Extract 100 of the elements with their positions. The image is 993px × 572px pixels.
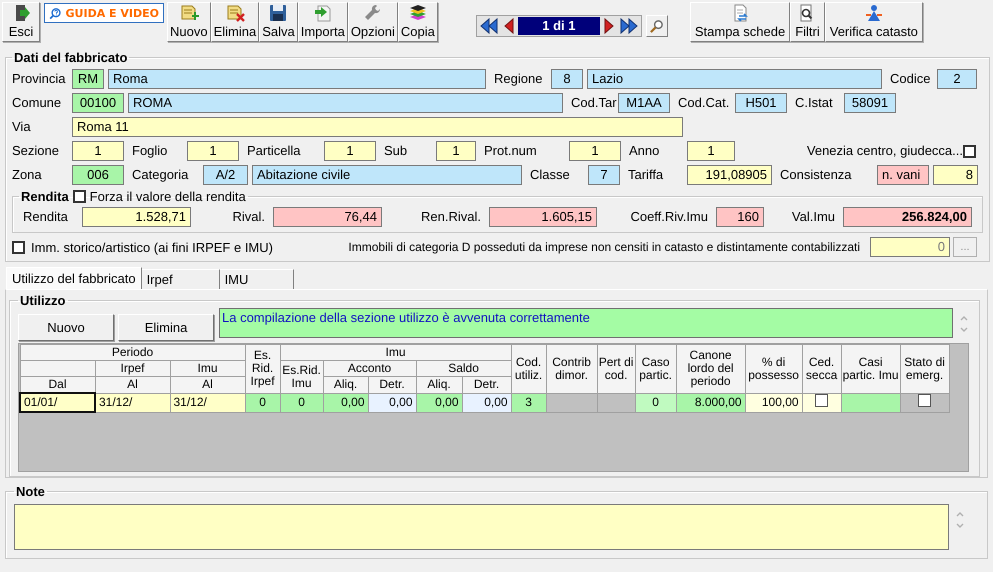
input-field[interactable]: H501 [735,93,787,113]
table-cell[interactable] [802,393,842,412]
column-header: Detr. [368,376,416,393]
field-label: Ren.Rival. [420,208,482,226]
input-field[interactable]: 1 [436,141,476,161]
note-field[interactable] [14,504,949,550]
toolbar-button[interactable]: Importa [298,2,348,42]
toolbar-button[interactable]: Elimina [210,2,260,42]
checkbox[interactable] [12,240,25,254]
input-field[interactable]: 1 [687,141,735,161]
input-field[interactable]: 8 [551,69,583,89]
column-header: Canone lordo del periodo [676,344,746,393]
toolbar-button[interactable]: Copia [398,2,438,42]
column-header: Contrib dimor. [546,344,598,393]
checkbox[interactable] [963,144,976,158]
field-label: Zona [12,166,43,184]
input-field[interactable]: 1 [72,141,124,161]
column-header: Stato di emerg. [900,344,950,393]
input-field[interactable]: Roma [108,69,486,89]
input-field[interactable]: 8 [933,165,978,185]
table-cell[interactable]: 100,00 [745,393,802,412]
toolbar-button[interactable]: Filtri [790,2,825,42]
toolbar-button[interactable]: Stampa schede [690,2,790,42]
table-cell[interactable]: 0,00 [416,393,462,412]
field-label: Rival. [231,208,266,226]
column-header: Caso partic. [635,344,676,393]
exit-button[interactable]: Esci [2,2,40,42]
column-header: Aliq. [323,376,368,393]
input-field[interactable]: A/2 [203,165,248,185]
table-cell[interactable] [900,393,950,412]
section-title: Note [15,484,46,499]
tab[interactable]: IMU [220,269,294,289]
input-field[interactable]: 1 [324,141,376,161]
input-field[interactable]: 7 [588,165,620,185]
input-field[interactable]: 1 [187,141,239,161]
table-cell[interactable] [841,393,900,412]
table-cell[interactable]: 8.000,00 [676,393,746,412]
field-label: Codice [889,70,932,88]
input-field[interactable]: Lazio [587,69,882,89]
input-field[interactable]: n. vani [877,165,929,185]
checkbox-label: Forza il valore della rendita [90,189,246,204]
field-label: Sezione [12,142,60,160]
input-field[interactable]: Abitazione civile [252,165,522,185]
tab[interactable]: Utilizzo del fabbricato [6,267,142,289]
input-field[interactable]: 0 [870,237,950,257]
column-header: Periodo [20,344,246,360]
toolbar-button[interactable]: Opzioni [348,2,398,42]
table-cell[interactable] [546,393,598,412]
input-field[interactable]: 006 [72,165,124,185]
column-header: Al [95,376,170,393]
first-record-icon[interactable] [478,17,499,35]
toolbar-button[interactable]: Salva [259,2,298,42]
column-header: Irpef [95,360,170,376]
table-cell[interactable]: 0,00 [368,393,416,412]
checkbox[interactable] [72,190,86,203]
table-cell[interactable]: 0 [635,393,676,412]
input-field[interactable]: M1AA [618,93,670,113]
field-label: C.Istat [794,94,834,112]
table-cell[interactable]: 01/01/ [20,393,95,412]
toolbar-button[interactable]: Verifica catasto [824,2,923,42]
table-cell[interactable] [597,393,636,412]
input-field[interactable]: 1.528,71 [82,207,191,227]
input-field[interactable]: 160 [716,207,764,227]
search-button[interactable] [646,15,668,37]
input-field[interactable]: 256.824,00 [843,207,972,227]
table-cell[interactable]: 3 [511,393,546,412]
table-cell[interactable]: 0 [280,393,324,412]
toolbar-button[interactable]: Nuovo [167,2,211,42]
table-cell[interactable]: 31/12/ [95,393,170,412]
column-header: Casi partic. Imu [841,344,900,393]
column-header: Aliq. [416,376,462,393]
column-header: Es.Rid. Imu [280,360,324,393]
input-field[interactable]: 1 [569,141,621,161]
table-cell[interactable]: 31/12/ [170,393,246,412]
field-label: Regione [493,70,544,88]
input-field[interactable]: 76,44 [273,207,382,227]
column-header: Detr. [462,376,512,393]
last-record-icon[interactable] [618,17,639,35]
action-button[interactable]: Elimina [118,314,214,341]
input-field[interactable]: Roma 11 [72,117,683,137]
field-label: Particella [246,142,302,160]
action-button[interactable]: Nuovo [18,314,114,341]
table-cell[interactable]: 0,00 [462,393,512,412]
input-field[interactable]: RM [72,69,104,89]
input-field[interactable]: 00100 [72,93,124,113]
input-field[interactable]: ROMA [128,93,563,113]
table-cell[interactable]: 0,00 [323,393,368,412]
tab[interactable]: Irpef [142,269,220,289]
input-field[interactable]: 2 [937,69,977,89]
input-field[interactable]: 1.605,15 [489,207,597,227]
field-label: Venezia centro, giudecca... [806,142,963,160]
input-field[interactable]: 58091 [844,93,896,113]
section-title: Rendita [21,189,69,204]
table-cell[interactable]: 0 [245,393,280,412]
field-label: Provincia [12,70,66,88]
search-icon [649,18,664,34]
input-field[interactable]: 191,08905 [687,165,772,185]
column-header: Cod. utiliz. [511,344,546,393]
column-header: Imu [280,344,512,360]
column-header: Saldo [416,360,512,376]
